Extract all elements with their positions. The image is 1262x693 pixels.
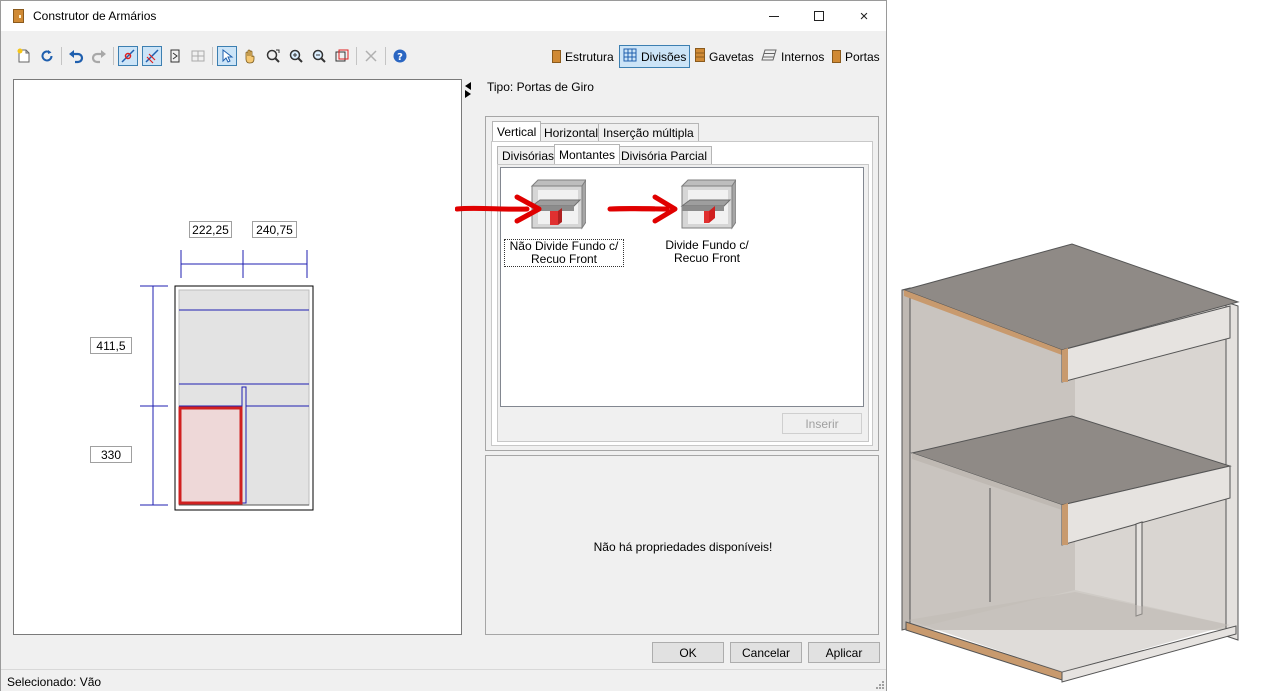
- resize-grip-icon[interactable]: [874, 679, 884, 689]
- minimize-icon: [769, 15, 779, 17]
- title-bar: Construtor de Armários ×: [1, 1, 886, 31]
- dimension-width-left[interactable]: 222,25: [189, 221, 232, 238]
- tab-divisoes-label: Divisões: [641, 49, 687, 64]
- door-icon: [832, 50, 841, 63]
- toolbar-separator: [61, 47, 62, 65]
- refresh-button[interactable]: [37, 46, 57, 66]
- toolbar-separator: [385, 47, 386, 65]
- cursor-arrow-icon: [222, 48, 234, 63]
- status-bar: Selecionado: Vão: [1, 669, 886, 691]
- delete-x-icon: [365, 50, 377, 62]
- drawing-canvas[interactable]: 222,25 240,75 411,5 330: [13, 79, 462, 635]
- tab-gavetas-label: Gavetas: [709, 49, 754, 64]
- help-icon: ?: [393, 49, 407, 63]
- dimension-width-right[interactable]: 240,75: [252, 221, 297, 238]
- dimension-height-top[interactable]: 411,5: [90, 337, 132, 354]
- pencil-cross-icon: [145, 49, 159, 64]
- tab-divisoes[interactable]: Divisões: [619, 45, 691, 68]
- tab-estrutura-label: Estrutura: [565, 49, 614, 64]
- maximize-button[interactable]: [796, 1, 842, 31]
- panel-collapse-toggle[interactable]: [464, 81, 472, 99]
- tab-internos[interactable]: Internos: [758, 45, 827, 68]
- ok-button[interactable]: OK: [652, 642, 724, 663]
- select-tool-button[interactable]: [217, 46, 237, 66]
- collapse-arrows-icon: [465, 82, 471, 98]
- annotation-arrow-right: [609, 194, 678, 224]
- undo-icon: [69, 50, 84, 64]
- hand-icon: [245, 49, 255, 64]
- tab-horizontal[interactable]: Horizontal: [539, 123, 604, 141]
- window-title: Construtor de Armários: [33, 9, 157, 23]
- cabinet-3d-preview: [890, 0, 1262, 693]
- refresh-icon: [41, 50, 53, 62]
- type-label: Tipo: Portas de Giro: [487, 80, 594, 94]
- toolbar-separator: [113, 47, 114, 65]
- tab-insercao-multipla[interactable]: Inserção múltipla: [598, 123, 699, 141]
- zoom-in-button[interactable]: [286, 46, 306, 66]
- snap-toggle-button[interactable]: [142, 46, 162, 66]
- measure-button[interactable]: [165, 46, 185, 66]
- tab-portas[interactable]: Portas: [829, 45, 883, 68]
- properties-panel: Não há propriedades disponíveis!: [485, 455, 879, 635]
- zoom-in-icon: [289, 49, 303, 63]
- insert-button[interactable]: Inserir: [782, 413, 862, 434]
- shelves-icon: [761, 49, 777, 64]
- snap-button[interactable]: [118, 46, 138, 66]
- list-item-divide[interactable]: [674, 178, 737, 233]
- apply-button[interactable]: Aplicar: [808, 642, 880, 663]
- pencil-line-icon: [121, 49, 135, 63]
- cabinet-upright-icon: [680, 178, 737, 230]
- table-grid-icon: [191, 50, 205, 62]
- undo-button[interactable]: [66, 46, 86, 66]
- redo-button[interactable]: [89, 46, 109, 66]
- zoom-extents-icon: [266, 49, 280, 63]
- tab-divisoria-parcial[interactable]: Divisória Parcial: [616, 146, 713, 164]
- grid-icon: [623, 48, 637, 65]
- minimize-button[interactable]: [751, 1, 797, 31]
- delete-button[interactable]: [361, 46, 381, 66]
- toolbar-separator: [356, 47, 357, 65]
- item-label-line: Recuo Front: [673, 251, 741, 265]
- list-item-label: Não Divide Fundo c/ Recuo Front: [504, 239, 624, 267]
- tab-estrutura[interactable]: Estrutura: [549, 45, 617, 68]
- maximize-icon: [814, 11, 824, 21]
- new-document-icon: [17, 48, 30, 63]
- tab-vertical[interactable]: Vertical: [492, 121, 542, 141]
- close-icon: ×: [859, 7, 869, 25]
- redo-icon: [91, 50, 106, 64]
- close-button[interactable]: ×: [841, 1, 887, 31]
- main-window: Construtor de Armários × ? Estrutura Div…: [0, 0, 887, 691]
- toolbar-separator: [212, 47, 213, 65]
- item-label-line: Recuo Front: [530, 252, 598, 266]
- list-item-label: Divide Fundo c/ Recuo Front: [647, 239, 767, 265]
- toolbar: ? Estrutura Divisões Gavetas Internos Po…: [1, 43, 886, 71]
- cabinet-app-icon: [13, 9, 24, 23]
- drawer-icon: [695, 48, 705, 65]
- door-icon: [552, 50, 561, 63]
- grid-button[interactable]: [188, 46, 208, 66]
- bracket-icon: [170, 49, 180, 63]
- tab-divisorias[interactable]: Divisórias: [497, 146, 560, 164]
- properties-empty-message: Não há propriedades disponíveis!: [593, 540, 773, 554]
- pan-tool-button[interactable]: [240, 46, 260, 66]
- zoom-out-icon: [312, 49, 326, 63]
- svg-text:?: ?: [397, 52, 403, 63]
- cabinet-3d-render: [901, 243, 1240, 683]
- zoom-window-button[interactable]: [332, 46, 352, 66]
- tab-internos-label: Internos: [781, 49, 825, 64]
- zoom-window-icon: [335, 49, 349, 62]
- tab-gavetas[interactable]: Gavetas: [692, 45, 757, 68]
- tab-portas-label: Portas: [845, 49, 880, 64]
- zoom-out-button[interactable]: [309, 46, 329, 66]
- zoom-extents-button[interactable]: [263, 46, 283, 66]
- new-button[interactable]: [14, 46, 34, 66]
- cancel-button[interactable]: Cancelar: [730, 642, 802, 663]
- tab-montantes[interactable]: Montantes: [554, 144, 621, 164]
- status-text: Selecionado: Vão: [7, 675, 102, 689]
- dimension-height-bottom[interactable]: 330: [90, 446, 132, 463]
- cabinet-front-view: [140, 250, 314, 511]
- help-button[interactable]: ?: [390, 46, 410, 66]
